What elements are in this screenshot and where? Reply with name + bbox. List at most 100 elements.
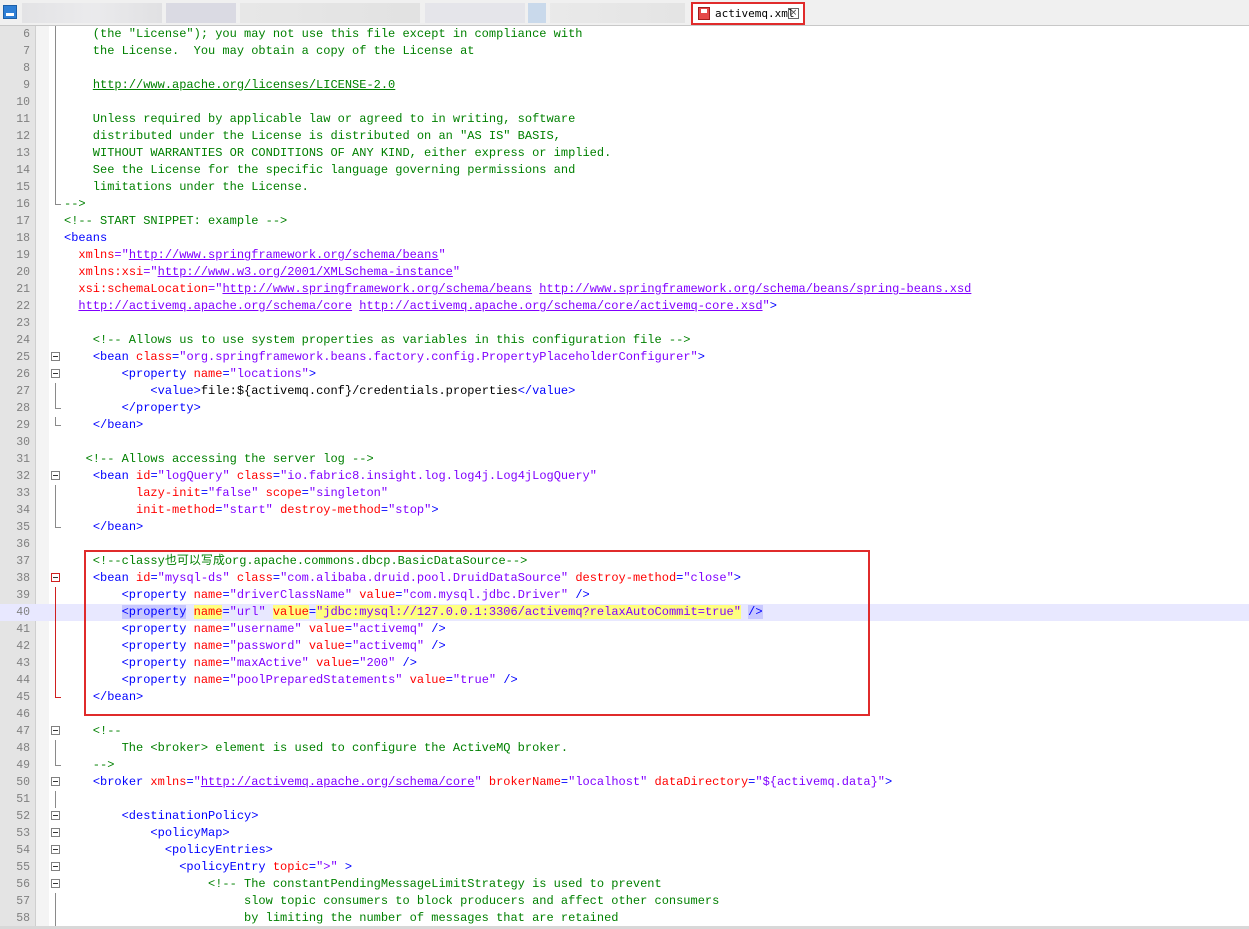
code-line[interactable]: 17 <!-- START SNIPPET: example --> bbox=[0, 213, 1249, 230]
code-text[interactable]: </bean> bbox=[64, 519, 143, 536]
fold-toggle-icon[interactable] bbox=[51, 369, 60, 378]
code-text[interactable]: See the License for the specific languag… bbox=[64, 162, 576, 179]
code-text[interactable]: lazy-init="false" scope="singleton" bbox=[64, 485, 388, 502]
code-line[interactable]: 22 http://activemq.apache.org/schema/cor… bbox=[0, 298, 1249, 315]
code-line[interactable]: 53 <policyMap> bbox=[0, 825, 1249, 842]
code-link[interactable]: http://www.apache.org/licenses/LICENSE-2… bbox=[93, 78, 395, 92]
fold-toggle-icon[interactable] bbox=[51, 573, 60, 582]
code-text[interactable]: </bean> bbox=[64, 417, 143, 434]
code-text[interactable]: <beans bbox=[64, 230, 107, 247]
code-editor[interactable]: 6 (the "License"); you may not use this … bbox=[0, 26, 1249, 927]
code-text[interactable]: distributed under the License is distrib… bbox=[64, 128, 561, 145]
code-line[interactable]: 47 <!-- bbox=[0, 723, 1249, 740]
code-line[interactable]: 21 xsi:schemaLocation="http://www.spring… bbox=[0, 281, 1249, 298]
code-line[interactable]: 14 See the License for the specific lang… bbox=[0, 162, 1249, 179]
code-text[interactable]: <value>file:${activemq.conf}/credentials… bbox=[64, 383, 575, 400]
code-line[interactable]: 12 distributed under the License is dist… bbox=[0, 128, 1249, 145]
code-line[interactable]: 27 <value>file:${activemq.conf}/credenti… bbox=[0, 383, 1249, 400]
code-text[interactable]: <broker xmlns="http://activemq.apache.or… bbox=[64, 774, 892, 791]
code-text[interactable]: <!-- bbox=[64, 723, 122, 740]
code-text[interactable]: Unless required by applicable law or agr… bbox=[64, 111, 576, 128]
code-link[interactable]: http://www.springframework.org/schema/be… bbox=[222, 282, 532, 296]
code-line[interactable]: 32 <bean id="logQuery" class="io.fabric8… bbox=[0, 468, 1249, 485]
code-line[interactable]: 19 xmlns="http://www.springframework.org… bbox=[0, 247, 1249, 264]
code-link[interactable]: http://activemq.apache.org/schema/core bbox=[78, 299, 352, 313]
code-line[interactable]: 33 lazy-init="false" scope="singleton" bbox=[0, 485, 1249, 502]
code-text[interactable]: </property> bbox=[64, 400, 201, 417]
fold-toggle-icon[interactable] bbox=[51, 862, 60, 871]
code-line[interactable]: 10 bbox=[0, 94, 1249, 111]
code-line[interactable]: 28 </property> bbox=[0, 400, 1249, 417]
fold-toggle-icon[interactable] bbox=[51, 726, 60, 735]
code-line[interactable]: 30 bbox=[0, 434, 1249, 451]
code-line[interactable]: 23 bbox=[0, 315, 1249, 332]
code-line[interactable]: 57 slow topic consumers to block produce… bbox=[0, 893, 1249, 910]
code-line[interactable]: 51 bbox=[0, 791, 1249, 808]
code-line[interactable]: 55 <policyEntry topic=">" > bbox=[0, 859, 1249, 876]
code-text[interactable]: <bean id="logQuery" class="io.fabric8.in… bbox=[64, 468, 597, 485]
code-text[interactable]: <policyMap> bbox=[64, 825, 229, 842]
code-text[interactable]: xmlns:xsi="http://www.w3.org/2001/XMLSch… bbox=[64, 264, 460, 281]
fold-toggle-icon[interactable] bbox=[51, 777, 60, 786]
code-line[interactable]: 31 <!-- Allows accessing the server log … bbox=[0, 451, 1249, 468]
fold-toggle-icon[interactable] bbox=[51, 471, 60, 480]
code-line[interactable]: 15 limitations under the License. bbox=[0, 179, 1249, 196]
blurred-tab[interactable] bbox=[166, 3, 236, 23]
code-line[interactable]: 26 <property name="locations"> bbox=[0, 366, 1249, 383]
code-text[interactable]: <policyEntries> bbox=[64, 842, 273, 859]
code-text[interactable]: slow topic consumers to block producers … bbox=[64, 893, 719, 910]
code-line[interactable]: 13 WITHOUT WARRANTIES OR CONDITIONS OF A… bbox=[0, 145, 1249, 162]
blurred-tab[interactable] bbox=[240, 3, 420, 23]
code-text[interactable]: <!-- START SNIPPET: example --> bbox=[64, 213, 287, 230]
code-line[interactable]: 34 init-method="start" destroy-method="s… bbox=[0, 502, 1249, 519]
code-link[interactable]: http://activemq.apache.org/schema/core/a… bbox=[359, 299, 762, 313]
code-text[interactable]: <property name="locations"> bbox=[64, 366, 316, 383]
code-line[interactable]: 58 by limiting the number of messages th… bbox=[0, 910, 1249, 927]
blurred-tab[interactable] bbox=[425, 3, 525, 23]
code-text[interactable]: by limiting the number of messages that … bbox=[64, 910, 618, 927]
code-line[interactable]: 56 <!-- The constantPendingMessageLimitS… bbox=[0, 876, 1249, 893]
code-line[interactable]: 20 xmlns:xsi="http://www.w3.org/2001/XML… bbox=[0, 264, 1249, 281]
code-text[interactable]: init-method="start" destroy-method="stop… bbox=[64, 502, 439, 519]
code-line[interactable]: 52 <destinationPolicy> bbox=[0, 808, 1249, 825]
code-text[interactable]: <policyEntry topic=">" > bbox=[64, 859, 352, 876]
code-text[interactable]: --> bbox=[64, 196, 86, 213]
blurred-tab[interactable] bbox=[528, 3, 546, 23]
code-link[interactable]: http://www.springframework.org/schema/be… bbox=[539, 282, 971, 296]
code-text[interactable]: --> bbox=[64, 757, 115, 774]
code-text[interactable]: WITHOUT WARRANTIES OR CONDITIONS OF ANY … bbox=[64, 145, 612, 162]
code-line[interactable]: 25 <bean class="org.springframework.bean… bbox=[0, 349, 1249, 366]
fold-toggle-icon[interactable] bbox=[51, 879, 60, 888]
code-line[interactable]: 9 http://www.apache.org/licenses/LICENSE… bbox=[0, 77, 1249, 94]
code-line[interactable]: 7 the License. You may obtain a copy of … bbox=[0, 43, 1249, 60]
code-text[interactable]: The <broker> element is used to configur… bbox=[64, 740, 568, 757]
blurred-tab[interactable] bbox=[550, 3, 685, 23]
code-text[interactable]: <!-- The constantPendingMessageLimitStra… bbox=[64, 876, 662, 893]
close-icon[interactable]: × bbox=[788, 8, 799, 19]
tab-activemq-xml[interactable]: activemq.xml × bbox=[691, 2, 805, 25]
fold-toggle-icon[interactable] bbox=[51, 845, 60, 854]
code-line[interactable]: 18 <beans bbox=[0, 230, 1249, 247]
code-text[interactable]: <!-- Allows us to use system properties … bbox=[64, 332, 691, 349]
code-link[interactable]: http://www.w3.org/2001/XMLSchema-instanc… bbox=[158, 265, 453, 279]
code-text[interactable]: http://www.apache.org/licenses/LICENSE-2… bbox=[64, 77, 395, 94]
code-link[interactable]: http://www.springframework.org/schema/be… bbox=[129, 248, 439, 262]
code-text[interactable]: xmlns="http://www.springframework.org/sc… bbox=[64, 247, 445, 264]
code-line[interactable]: 24 <!-- Allows us to use system properti… bbox=[0, 332, 1249, 349]
code-line[interactable]: 50 <broker xmlns="http://activemq.apache… bbox=[0, 774, 1249, 791]
code-line[interactable]: 49 --> bbox=[0, 757, 1249, 774]
code-text[interactable]: xsi:schemaLocation="http://www.springfra… bbox=[64, 281, 971, 298]
code-text[interactable]: http://activemq.apache.org/schema/core h… bbox=[64, 298, 777, 315]
code-line[interactable]: 16 --> bbox=[0, 196, 1249, 213]
code-link[interactable]: http://activemq.apache.org/schema/core bbox=[201, 775, 475, 789]
code-line[interactable]: 8 bbox=[0, 60, 1249, 77]
code-text[interactable]: (the "License"); you may not use this fi… bbox=[64, 26, 583, 43]
code-text[interactable]: <bean class="org.springframework.beans.f… bbox=[64, 349, 705, 366]
code-line[interactable]: 6 (the "License"); you may not use this … bbox=[0, 26, 1249, 43]
fold-toggle-icon[interactable] bbox=[51, 352, 60, 361]
code-line[interactable]: 54 <policyEntries> bbox=[0, 842, 1249, 859]
blurred-tab[interactable] bbox=[22, 3, 162, 23]
fold-toggle-icon[interactable] bbox=[51, 811, 60, 820]
code-text[interactable]: limitations under the License. bbox=[64, 179, 309, 196]
code-text[interactable]: <!-- Allows accessing the server log --> bbox=[64, 451, 374, 468]
